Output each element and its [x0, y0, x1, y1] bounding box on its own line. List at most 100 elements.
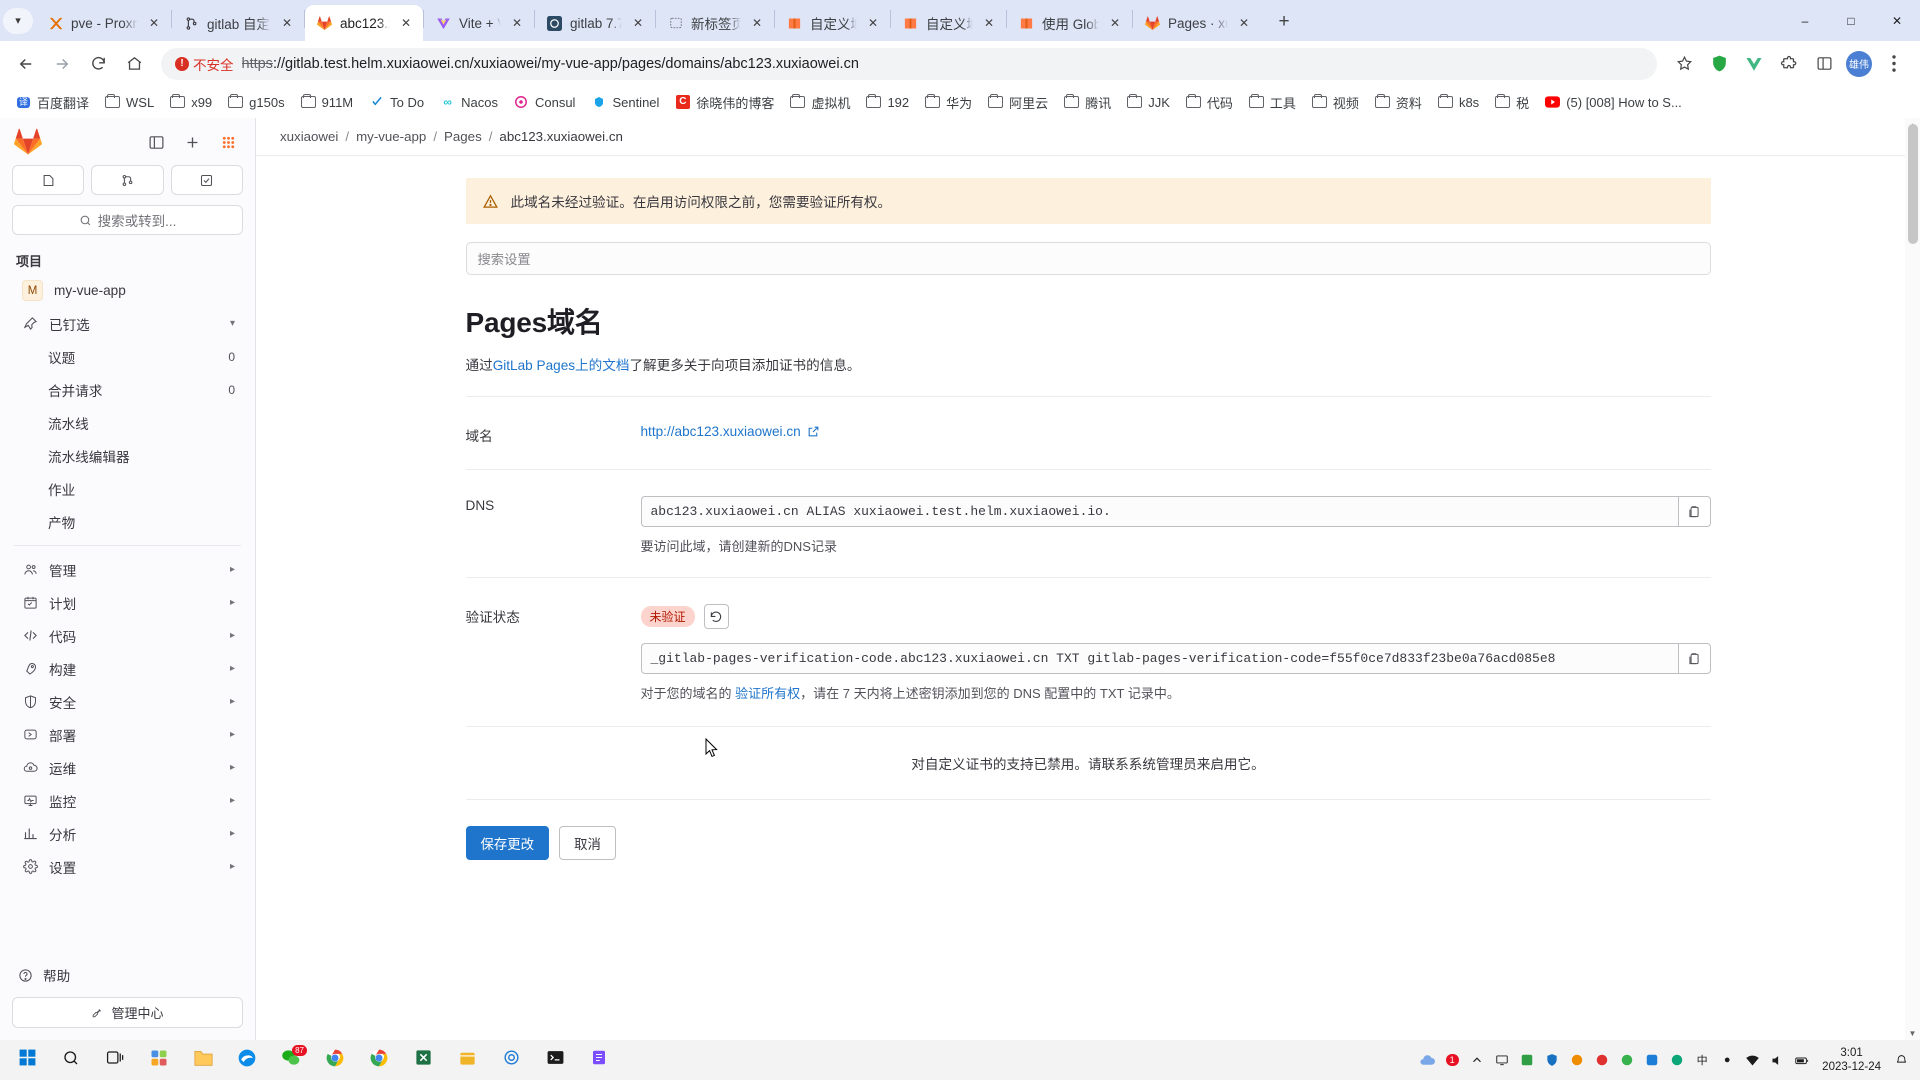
sidebar-search-button[interactable]: 搜索或转到...: [12, 205, 243, 235]
tray-blue-icon[interactable]: [1641, 1048, 1663, 1072]
bookmark-item[interactable]: 视频: [1304, 90, 1366, 115]
browser-tab[interactable]: 使用 Globals 配置 ✕: [1007, 5, 1132, 41]
store-button[interactable]: [446, 1040, 488, 1080]
terminal-button[interactable]: [534, 1040, 576, 1080]
create-new-button[interactable]: [177, 127, 207, 157]
breadcrumb-item[interactable]: Pages: [444, 129, 482, 144]
save-button[interactable]: 保存更改: [465, 826, 550, 860]
close-tab-icon[interactable]: ✕: [397, 14, 415, 32]
widgets-button[interactable]: [138, 1040, 180, 1080]
volume-icon[interactable]: [1766, 1048, 1788, 1072]
close-tab-icon[interactable]: ✕: [748, 14, 766, 32]
settings-search-input[interactable]: 搜索设置: [465, 242, 1711, 275]
close-tab-icon[interactable]: ✕: [1106, 14, 1124, 32]
browser-tab[interactable]: pve - Proxmox V ✕: [36, 5, 171, 41]
bookmark-item[interactable]: x99: [162, 91, 219, 114]
bookmark-item[interactable]: 税: [1487, 90, 1536, 115]
bookmark-item[interactable]: 腾讯: [1056, 90, 1118, 115]
sidebar-item-议题[interactable]: 议题 0: [8, 340, 247, 373]
gitlab-logo-icon[interactable]: [14, 128, 42, 156]
bookmark-item[interactable]: ∞ Nacos: [432, 91, 505, 114]
security-badge[interactable]: ! 不安全: [175, 54, 234, 74]
sidebar-item-运维[interactable]: 运维 ▸: [8, 751, 247, 784]
new-tab-button[interactable]: +: [1267, 5, 1301, 39]
sidebar-item-流水线编辑器[interactable]: 流水线编辑器: [8, 439, 247, 472]
battery-icon[interactable]: [1791, 1048, 1813, 1072]
scroll-down-arrow[interactable]: ▼: [1905, 1026, 1920, 1040]
close-tab-icon[interactable]: ✕: [980, 14, 998, 32]
minimize-button[interactable]: –: [1782, 0, 1828, 41]
sidebar-item-合并请求[interactable]: 合并请求 0: [8, 373, 247, 406]
tray-green-icon[interactable]: [1616, 1048, 1638, 1072]
chrome2-button[interactable]: [358, 1040, 400, 1080]
bookmark-item[interactable]: 虚拟机: [782, 90, 857, 115]
extensions-icon[interactable]: [1772, 47, 1806, 81]
sidebar-item-pinned[interactable]: 已钉选 ▾: [8, 307, 247, 340]
cloud-icon[interactable]: [1416, 1048, 1438, 1072]
browser-tab[interactable]: gitlab 自定义 pag ✕: [172, 5, 304, 41]
explorer-button[interactable]: [182, 1040, 224, 1080]
close-tab-icon[interactable]: ✕: [1235, 14, 1253, 32]
bookmark-star-icon[interactable]: [1667, 47, 1701, 81]
shield-extension-icon[interactable]: [1702, 47, 1736, 81]
network-icon[interactable]: [1741, 1048, 1763, 1072]
notification-badge-icon[interactable]: 1: [1441, 1048, 1463, 1072]
bookmark-item[interactable]: (5) [008] How to S...: [1537, 91, 1689, 114]
monitor-tray-icon[interactable]: [1491, 1048, 1513, 1072]
ime-mode-icon[interactable]: ●: [1716, 1048, 1738, 1072]
cancel-button[interactable]: 取消: [559, 826, 616, 860]
address-bar[interactable]: ! 不安全 https://gitlab.test.helm.xuxiaowei…: [161, 47, 1657, 80]
breadcrumb-item[interactable]: abc123.xuxiaowei.cn: [499, 129, 622, 144]
tray-red-icon[interactable]: [1591, 1048, 1613, 1072]
sidebar-item-管理[interactable]: 管理 ▸: [8, 553, 247, 586]
sidebar-item-project[interactable]: M my-vue-app: [8, 274, 247, 307]
verification-code-input[interactable]: _gitlab-pages-verification-code.abc123.x…: [640, 643, 1678, 674]
split-view-icon[interactable]: [1807, 47, 1841, 81]
vue-devtools-icon[interactable]: [1737, 47, 1771, 81]
close-tab-icon[interactable]: ✕: [629, 14, 647, 32]
sidebar-item-分析[interactable]: 分析 ▸: [8, 817, 247, 850]
browser-tab[interactable]: 新标签页 ✕: [656, 5, 774, 41]
bookmark-item[interactable]: WSL: [97, 91, 161, 114]
sidebar-item-安全[interactable]: 安全 ▸: [8, 685, 247, 718]
retry-verification-button[interactable]: [703, 604, 729, 629]
sidebar-item-作业[interactable]: 作业: [8, 472, 247, 505]
tray-shield-icon[interactable]: [1541, 1048, 1563, 1072]
taskbar-clock[interactable]: 3:01 2023-12-24: [1816, 1046, 1887, 1075]
browser-tab[interactable]: 自定义域名和 SSL ✕: [891, 5, 1006, 41]
chrome-button[interactable]: [314, 1040, 356, 1080]
bookmark-item[interactable]: 911M: [293, 91, 361, 114]
sidebar-item-流水线[interactable]: 流水线: [8, 406, 247, 439]
tab-search-button[interactable]: ▾: [0, 0, 36, 41]
bookmark-item[interactable]: JJK: [1119, 91, 1177, 114]
browser-tab[interactable]: gitlab 7.7.0 · gitla ✕: [535, 5, 655, 41]
search-button[interactable]: [50, 1040, 92, 1080]
copy-dns-button[interactable]: [1677, 496, 1711, 527]
start-button[interactable]: [6, 1040, 48, 1080]
verify-ownership-link[interactable]: 验证所有权: [735, 686, 800, 701]
browser-tab[interactable]: 自定义域名和 SSL ✕: [775, 5, 890, 41]
bookmark-item[interactable]: 阿里云: [980, 90, 1055, 115]
back-button[interactable]: [9, 47, 43, 81]
bookmark-item[interactable]: Sentinel: [583, 91, 666, 114]
sidebar-item-计划[interactable]: 计划 ▸: [8, 586, 247, 619]
tray-orange-icon[interactable]: [1566, 1048, 1588, 1072]
domain-url-link[interactable]: http://abc123.xuxiaowei.cn: [641, 424, 820, 439]
todos-shortcut-button[interactable]: [170, 165, 243, 195]
settings-button[interactable]: [490, 1040, 532, 1080]
maximize-button[interactable]: □: [1828, 0, 1874, 41]
app-grid-icon[interactable]: [213, 127, 243, 157]
merge-requests-shortcut-button[interactable]: [91, 165, 164, 195]
show-hidden-icons-button[interactable]: [1466, 1048, 1488, 1072]
browser-tab[interactable]: abc123.xuxiaowe ✕: [305, 5, 423, 41]
browser-tab[interactable]: Pages · xuxiaowei ✕: [1133, 5, 1261, 41]
collapse-sidebar-button[interactable]: [141, 127, 171, 157]
close-button[interactable]: ✕: [1874, 0, 1920, 41]
home-button[interactable]: [117, 47, 151, 81]
pages-docs-link[interactable]: GitLab Pages上的文档: [493, 358, 630, 373]
tray-app-icon[interactable]: [1516, 1048, 1538, 1072]
sidebar-item-产物[interactable]: 产物: [8, 505, 247, 538]
excel-button[interactable]: [402, 1040, 444, 1080]
sidebar-item-help[interactable]: 帮助: [12, 959, 243, 991]
admin-area-button[interactable]: 管理中心: [12, 997, 243, 1028]
